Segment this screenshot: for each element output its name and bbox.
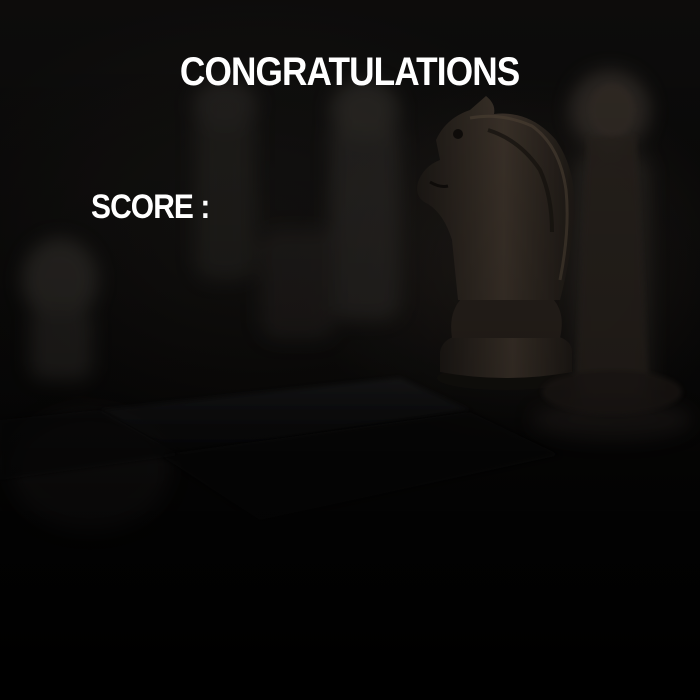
score-row: SCORE : (91, 188, 296, 227)
score-label: SCORE : (91, 188, 210, 226)
congratulations-title: CONGRATULATIONS (179, 50, 520, 94)
chess-pieces-background (0, 0, 700, 700)
game-over-screen: CONGRATULATIONS SCORE : (0, 0, 700, 700)
